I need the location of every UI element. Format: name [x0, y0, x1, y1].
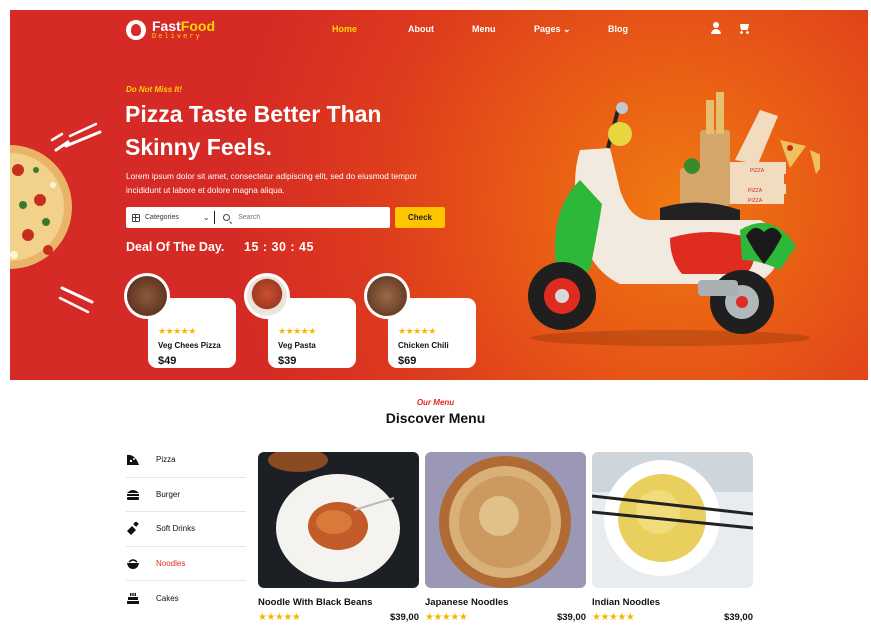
hero-banner: FastFood Delivery Home About Menu Pages …: [10, 10, 868, 380]
product-price: $39,00: [389, 612, 419, 623]
category-list: Pizza Burger Soft Drinks Noodles Cakes: [126, 443, 246, 616]
nav-blog[interactable]: Blog: [608, 24, 628, 35]
product-card[interactable]: Japanese Noodles ★★★★★ $39,00: [425, 452, 586, 623]
category-item-pizza[interactable]: Pizza: [126, 443, 246, 478]
category-label: Burger: [156, 489, 181, 499]
product-name: Noodle With Black Beans: [258, 597, 373, 608]
rating-stars: ★★★★★: [158, 326, 196, 336]
check-button[interactable]: Check: [395, 207, 445, 228]
category-label: Noodles: [156, 558, 186, 568]
bottle-icon: [126, 521, 140, 536]
hero-description: Lorem ipsum dolor sit amet, consectetur …: [126, 171, 417, 195]
category-item-cakes[interactable]: Cakes: [126, 581, 246, 616]
logo[interactable]: FastFood Delivery: [126, 19, 215, 40]
swoosh-decoration: [64, 122, 102, 148]
product-card[interactable]: Noodle With Black Beans ★★★★★ $39,00: [258, 452, 419, 623]
category-select[interactable]: Categories: [145, 214, 179, 221]
scooter-illustration: PIZZA PIZZA PIZZA: [528, 92, 820, 346]
rating-stars: ★★★★★: [398, 326, 436, 336]
rating-stars: ★★★★★: [258, 612, 301, 623]
hero-title: Pizza Taste Better Than Skinny Feels.: [125, 101, 382, 160]
product-image[interactable]: [425, 452, 586, 588]
rating-stars: ★★★★★: [425, 612, 468, 623]
grid-icon: [132, 213, 140, 222]
cart-icon[interactable]: [738, 22, 750, 34]
product-name: Indian Noodles: [592, 597, 661, 608]
product-price: $39,00: [723, 612, 753, 623]
nav-pages-label: Pages: [534, 24, 561, 34]
nav-menu[interactable]: Menu: [472, 24, 534, 35]
search-bar: Categories ⌄: [126, 207, 390, 228]
product-image[interactable]: [592, 452, 753, 588]
deal-price: $69: [398, 355, 417, 367]
deal-name: Veg Chees Pizza: [158, 341, 221, 350]
logo-tagline: Delivery: [152, 32, 202, 40]
section-tagline: Our Menu: [416, 398, 455, 407]
swoosh-decoration-bottom: [58, 286, 94, 314]
rating-stars: ★★★★★: [592, 612, 635, 623]
product-price: $39,00: [556, 612, 586, 623]
product-name: Japanese Noodles: [425, 597, 509, 608]
category-label: Cakes: [156, 593, 179, 603]
svg-text:PIZZA: PIZZA: [748, 188, 763, 194]
category-label: Soft Drinks: [156, 524, 196, 534]
search-input[interactable]: [238, 214, 369, 221]
main-menu: Home About Menu Pages ⌄ Blog: [332, 24, 628, 35]
section-title: Discover Menu: [385, 410, 486, 426]
user-icon[interactable]: [710, 22, 722, 34]
cake-icon: [126, 591, 140, 605]
search-icon: [223, 214, 231, 221]
deal-label: Deal Of The Day.: [126, 240, 225, 254]
category-label: Pizza: [156, 455, 176, 465]
countdown-timer: 15 : 30 : 45: [244, 240, 314, 254]
deal-price: $39: [278, 355, 297, 367]
chevron-down-icon[interactable]: ⌄: [203, 213, 210, 222]
top-nav: FastFood Delivery Home About Menu Pages …: [10, 10, 868, 50]
hero-tagline: Do Not Miss It!: [126, 85, 182, 94]
product-card[interactable]: Indian Noodles ★★★★★ $39,00: [592, 452, 753, 623]
deal-thumbnail: [244, 273, 290, 319]
rating-stars: ★★★★★: [278, 326, 316, 336]
svg-text:PIZZA: PIZZA: [748, 198, 763, 204]
category-item-noodles[interactable]: Noodles: [126, 547, 246, 581]
nav-pages[interactable]: Pages ⌄: [534, 24, 608, 35]
bowl-icon: [126, 556, 140, 570]
page: FastFood Delivery Home About Menu Pages …: [0, 0, 871, 643]
deal-name: Veg Pasta: [278, 341, 316, 350]
deal-thumbnail: [364, 273, 410, 319]
logo-brand: FastFood: [152, 19, 215, 33]
chevron-down-icon: ⌄: [563, 24, 571, 34]
pizza-icon: [126, 453, 140, 467]
logo-icon: [126, 19, 146, 40]
category-item-burger[interactable]: Burger: [126, 478, 246, 512]
nav-home[interactable]: Home: [332, 24, 408, 35]
nav-about[interactable]: About: [408, 24, 472, 35]
product-image[interactable]: [258, 452, 419, 588]
pizza-image: [10, 132, 72, 269]
deal-name: Chicken Chili: [398, 341, 449, 350]
svg-text:PIZZA: PIZZA: [750, 168, 765, 174]
search-divider: [213, 211, 216, 224]
category-item-soft-drinks[interactable]: Soft Drinks: [126, 512, 246, 547]
burger-icon: [126, 487, 140, 501]
deal-thumbnail: [124, 273, 170, 319]
deal-price: $49: [158, 355, 177, 367]
